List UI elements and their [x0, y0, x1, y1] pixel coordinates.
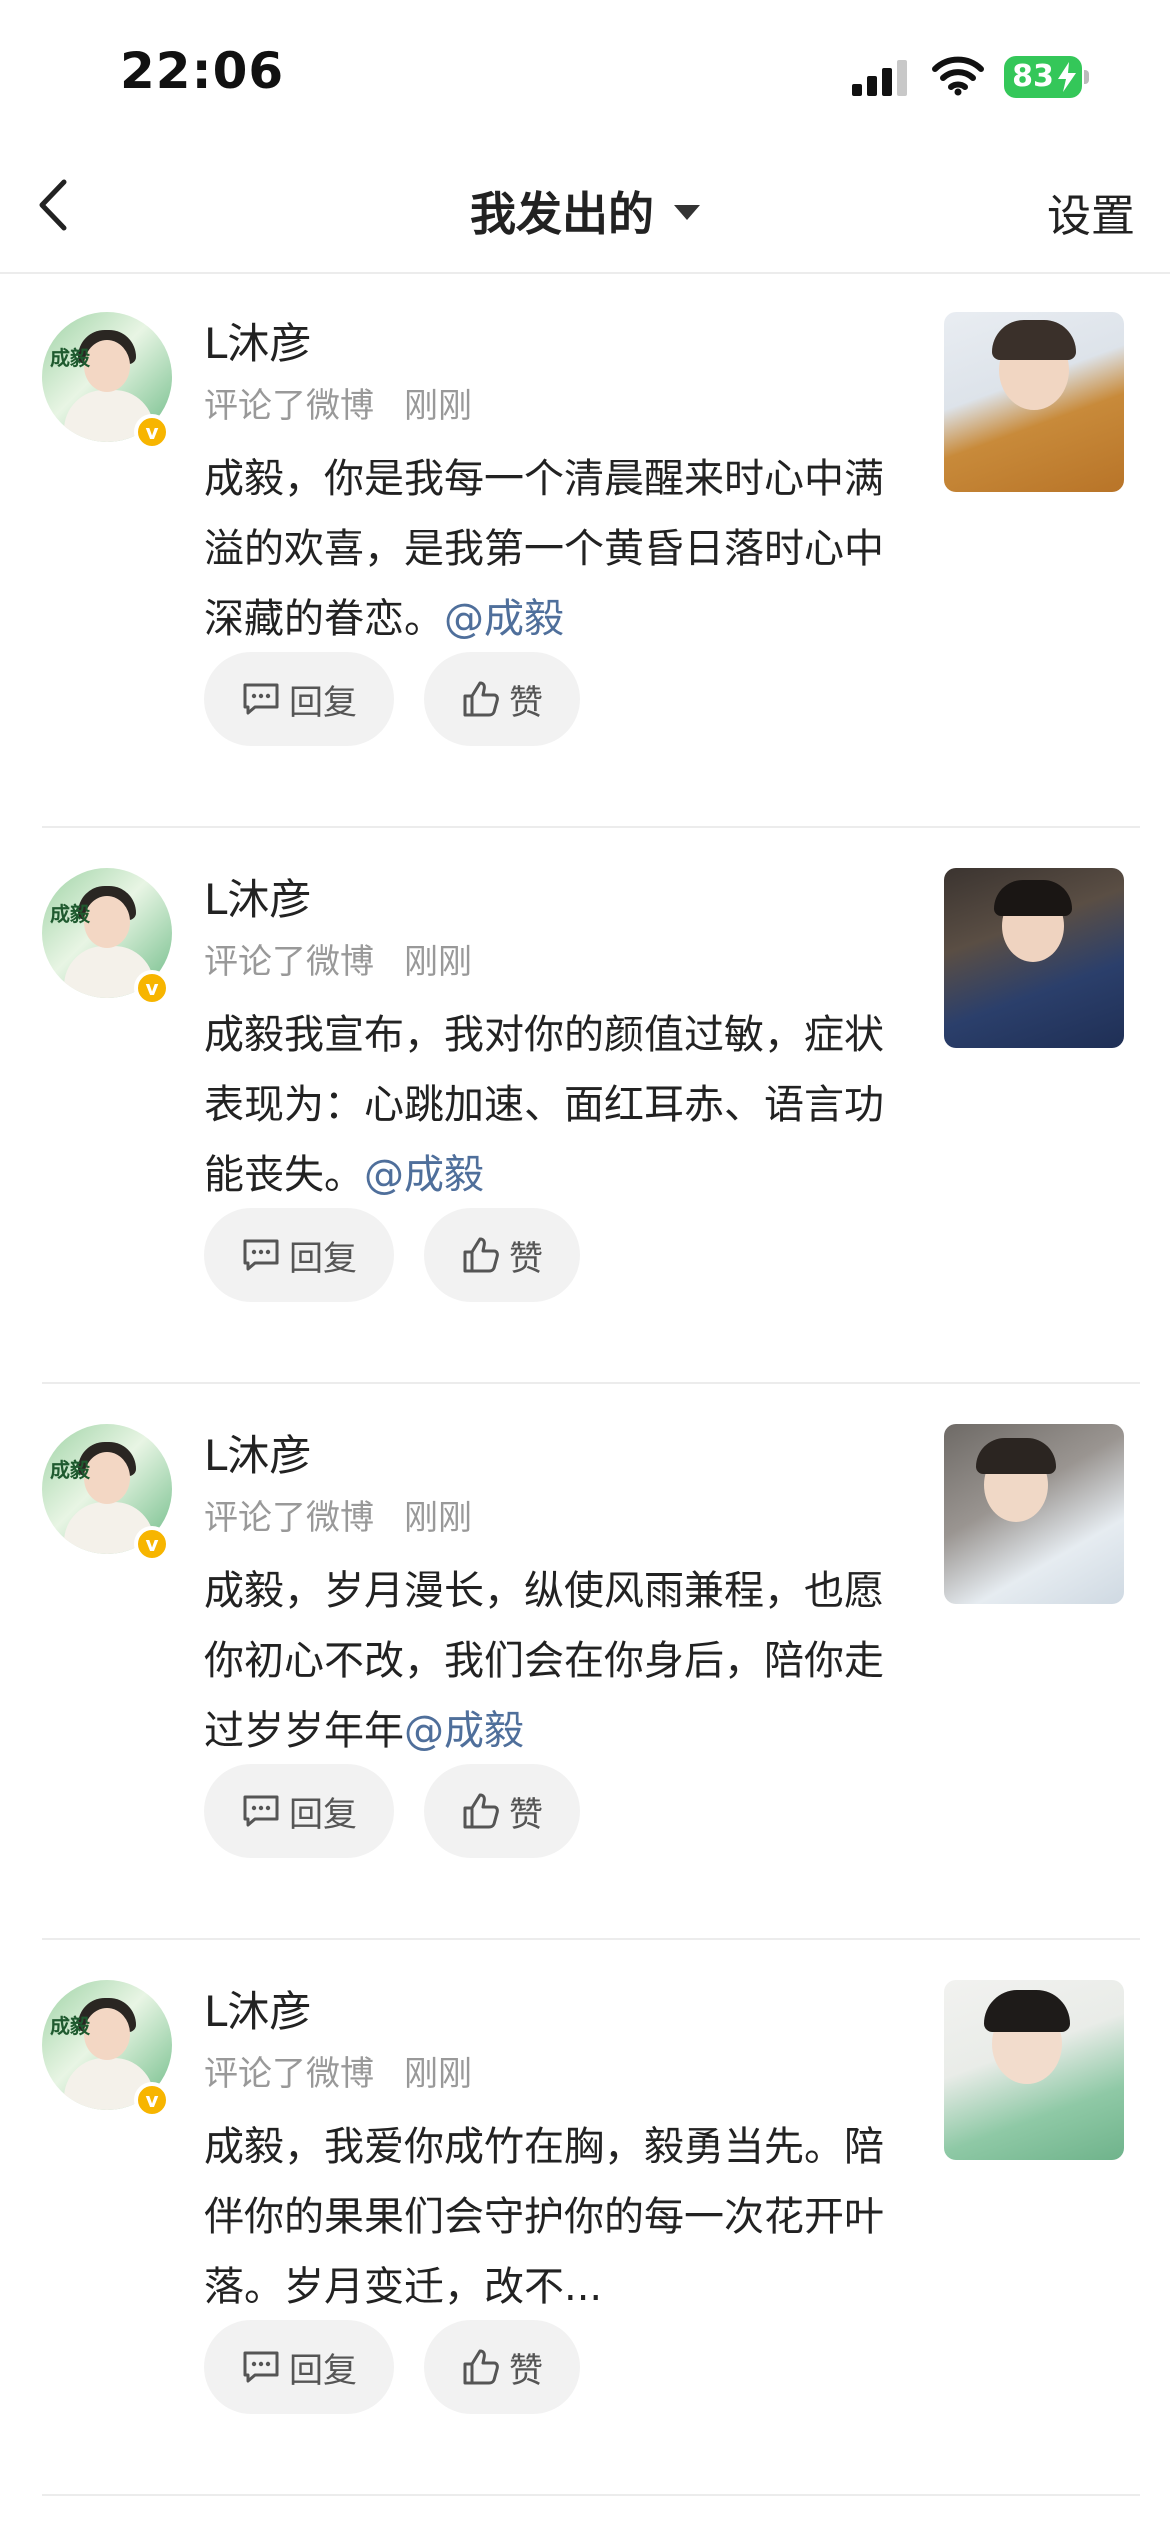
like-button[interactable]: 赞 [424, 1208, 580, 1302]
comment-body: 成毅，岁月漫长，纵使风雨兼程，也愿你初心不改，我们会在你身后，陪你走过岁岁年年 [204, 1568, 884, 1754]
comment-icon [243, 683, 279, 715]
nav-title-dropdown[interactable]: 我发出的 [0, 178, 1170, 244]
comment-action: 评论了微博 [204, 1498, 374, 1538]
caret-down-icon [674, 205, 700, 220]
user-name[interactable]: L沐彦 [204, 1978, 311, 2039]
like-button[interactable]: 赞 [424, 652, 580, 746]
comment-text[interactable]: 成毅，你是我每一个清晨醒来时心中满溢的欢喜，是我第一个黄昏日落时心中深藏的眷恋。… [204, 444, 904, 654]
like-label: 赞 [509, 1238, 543, 1279]
comment-time: 刚刚 [404, 1498, 472, 1538]
battery-tip [1084, 70, 1089, 84]
comment-item[interactable]: 成毅 v L沐彦 评论了微博 刚刚 成毅，你是我每一个清晨醒来时心中满溢的欢喜，是… [0, 272, 1170, 828]
comment-icon [243, 2351, 279, 2383]
user-name[interactable]: L沐彦 [204, 1422, 311, 1483]
mention-link[interactable]: @成毅 [364, 1152, 484, 1198]
post-thumbnail[interactable] [944, 1424, 1124, 1604]
comment-meta: 评论了微博 刚刚 [204, 378, 472, 427]
thumbs-up-icon [463, 1793, 499, 1829]
battery-percent: 83 [1012, 59, 1054, 94]
verified-badge-icon: v [134, 2082, 170, 2118]
comment-text[interactable]: 成毅，岁月漫长，纵使风雨兼程，也愿你初心不改，我们会在你身后，陪你走过岁岁年年@… [204, 1556, 904, 1766]
comment-text[interactable]: 成毅，我爱你成竹在胸，毅勇当先。陪伴你的果果们会守护你的每一次花开叶落。岁月变迁… [204, 2112, 904, 2322]
post-thumbnail[interactable] [944, 868, 1124, 1048]
comment-icon [243, 1795, 279, 1827]
divider [42, 2494, 1140, 2496]
comment-body: 成毅我宣布，我对你的颜值过敏，症状表现为：心跳加速、面红耳赤、语言功能丧失。 [204, 1012, 884, 1198]
thumbs-up-icon [463, 681, 499, 717]
avatar-text: 成毅 [50, 902, 90, 926]
comment-action: 评论了微博 [204, 386, 374, 426]
nav-bar: 我发出的 设置 [0, 150, 1170, 274]
comment-meta: 评论了微博 刚刚 [204, 1490, 472, 1539]
status-time: 22:06 [120, 42, 285, 100]
charging-bolt-icon [1058, 62, 1076, 92]
reply-button[interactable]: 回复 [204, 2320, 394, 2414]
like-label: 赞 [509, 682, 543, 723]
comment-meta: 评论了微博 刚刚 [204, 934, 472, 983]
comment-item[interactable]: 成毅 v L沐彦 评论了微博 刚刚 成毅，我爱你成竹在胸，毅勇当先。陪伴你的果果们… [0, 1940, 1170, 2496]
comment-time: 刚刚 [404, 942, 472, 982]
like-label: 赞 [509, 2350, 543, 2391]
reply-label: 回复 [289, 682, 357, 723]
avatar-text: 成毅 [50, 1458, 90, 1482]
mention-link[interactable]: @成毅 [444, 596, 564, 642]
cellular-signal-icon [852, 60, 907, 96]
comment-text[interactable]: 成毅我宣布，我对你的颜值过敏，症状表现为：心跳加速、面红耳赤、语言功能丧失。@成… [204, 1000, 904, 1210]
battery-indicator: 83 [1004, 56, 1082, 98]
like-button[interactable]: 赞 [424, 2320, 580, 2414]
like-button[interactable]: 赞 [424, 1764, 580, 1858]
thumbs-up-icon [463, 2349, 499, 2385]
reply-label: 回复 [289, 1238, 357, 1279]
page-title: 我发出的 [470, 187, 654, 241]
thumbs-up-icon [463, 1237, 499, 1273]
comment-time: 刚刚 [404, 2054, 472, 2094]
like-label: 赞 [509, 1794, 543, 1835]
reply-label: 回复 [289, 2350, 357, 2391]
comment-meta: 评论了微博 刚刚 [204, 2046, 472, 2095]
comment-action: 评论了微博 [204, 942, 374, 982]
user-name[interactable]: L沐彦 [204, 866, 311, 927]
post-thumbnail[interactable] [944, 312, 1124, 492]
avatar-text: 成毅 [50, 346, 90, 370]
comment-icon [243, 1239, 279, 1271]
comment-time: 刚刚 [404, 386, 472, 426]
settings-button[interactable]: 设置 [1047, 180, 1135, 244]
reply-button[interactable]: 回复 [204, 1764, 394, 1858]
comment-item[interactable]: 成毅 v L沐彦 评论了微博 刚刚 成毅，岁月漫长，纵使风雨兼程，也愿你初心不改，… [0, 1384, 1170, 1940]
comment-item[interactable]: 成毅 v L沐彦 评论了微博 刚刚 成毅我宣布，我对你的颜值过敏，症状表现为：心跳… [0, 828, 1170, 1384]
reply-label: 回复 [289, 1794, 357, 1835]
user-name[interactable]: L沐彦 [204, 310, 311, 371]
comment-body: 成毅，我爱你成竹在胸，毅勇当先。陪伴你的果果们会守护你的每一次花开叶落。岁月变迁… [204, 2124, 884, 2310]
verified-badge-icon: v [134, 414, 170, 450]
post-thumbnail[interactable] [944, 1980, 1124, 2160]
verified-badge-icon: v [134, 1526, 170, 1562]
avatar-text: 成毅 [50, 2014, 90, 2038]
reply-button[interactable]: 回复 [204, 1208, 394, 1302]
mention-link[interactable]: @成毅 [404, 1708, 524, 1754]
status-bar: 22:06 83 [0, 0, 1170, 150]
reply-button[interactable]: 回复 [204, 652, 394, 746]
wifi-icon [932, 56, 984, 96]
comment-action: 评论了微博 [204, 2054, 374, 2094]
verified-badge-icon: v [134, 970, 170, 1006]
